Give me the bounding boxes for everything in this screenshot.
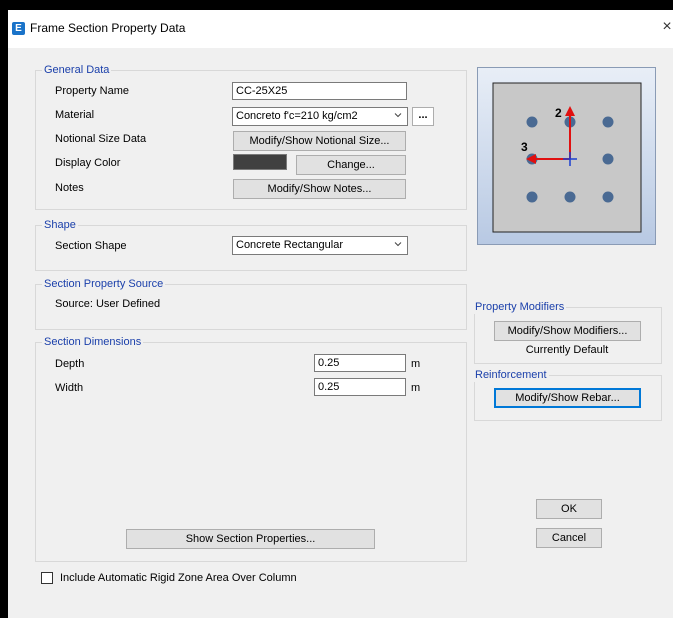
cancel-button[interactable]: Cancel — [536, 528, 602, 548]
title-bar: E Frame Section Property Data × — [8, 10, 673, 48]
material-more-button[interactable]: ... — [412, 107, 434, 126]
notes-label: Notes — [55, 182, 84, 194]
notional-size-label: Notional Size Data — [55, 133, 147, 145]
notional-size-button[interactable]: Modify/Show Notional Size... — [233, 131, 406, 151]
width-unit: m — [411, 382, 421, 394]
chevron-down-icon — [394, 113, 402, 118]
depth-input[interactable]: 0.25 — [314, 354, 406, 372]
chevron-down-icon — [394, 242, 402, 247]
shape-heading: Shape — [42, 218, 78, 232]
rigid-zone-label: Include Automatic Rigid Zone Area Over C… — [60, 572, 297, 584]
modifiers-status: Currently Default — [525, 344, 609, 356]
section-preview-drawing — [492, 82, 642, 233]
source-text: Source: User Defined — [55, 298, 161, 310]
reinforcement-heading: Reinforcement — [473, 368, 549, 382]
material-select[interactable]: Concreto f'c=210 kg/cm2 — [232, 107, 408, 126]
section-shape-select[interactable]: Concrete Rectangular — [232, 236, 408, 255]
show-section-properties-button[interactable]: Show Section Properties... — [126, 529, 375, 549]
close-icon[interactable]: × — [657, 18, 673, 36]
section-preview: 2 3 — [477, 67, 656, 245]
source-heading: Section Property Source — [42, 277, 166, 291]
property-name-input[interactable]: CC-25X25 — [232, 82, 407, 100]
material-label: Material — [55, 109, 95, 121]
section-shape-label: Section Shape — [55, 240, 127, 252]
frame-section-dialog: E Frame Section Property Data × General … — [8, 10, 673, 618]
width-input[interactable]: 0.25 — [314, 378, 406, 396]
section-shape-value: Concrete Rectangular — [236, 239, 344, 251]
display-color-swatch[interactable] — [233, 154, 287, 170]
ok-button[interactable]: OK — [536, 499, 602, 519]
display-color-label: Display Color — [55, 157, 121, 169]
window-title: Frame Section Property Data — [30, 21, 186, 35]
change-color-button[interactable]: Change... — [296, 155, 406, 175]
property-modifiers-heading: Property Modifiers — [473, 300, 567, 314]
etabs-app-icon: E — [12, 22, 25, 35]
material-select-value: Concreto f'c=210 kg/cm2 — [236, 110, 358, 122]
dimensions-heading: Section Dimensions — [42, 335, 144, 349]
property-name-label: Property Name — [55, 85, 129, 97]
axis-2-label: 2 — [555, 106, 562, 120]
depth-unit: m — [411, 358, 421, 370]
rigid-zone-checkbox[interactable] — [41, 572, 53, 584]
modify-rebar-button[interactable]: Modify/Show Rebar... — [494, 388, 641, 408]
width-label: Width — [55, 382, 84, 394]
axis-3-label: 3 — [521, 140, 528, 154]
depth-label: Depth — [55, 358, 85, 370]
modify-modifiers-button[interactable]: Modify/Show Modifiers... — [494, 321, 641, 341]
notes-button[interactable]: Modify/Show Notes... — [233, 179, 406, 199]
general-data-heading: General Data — [42, 63, 112, 77]
